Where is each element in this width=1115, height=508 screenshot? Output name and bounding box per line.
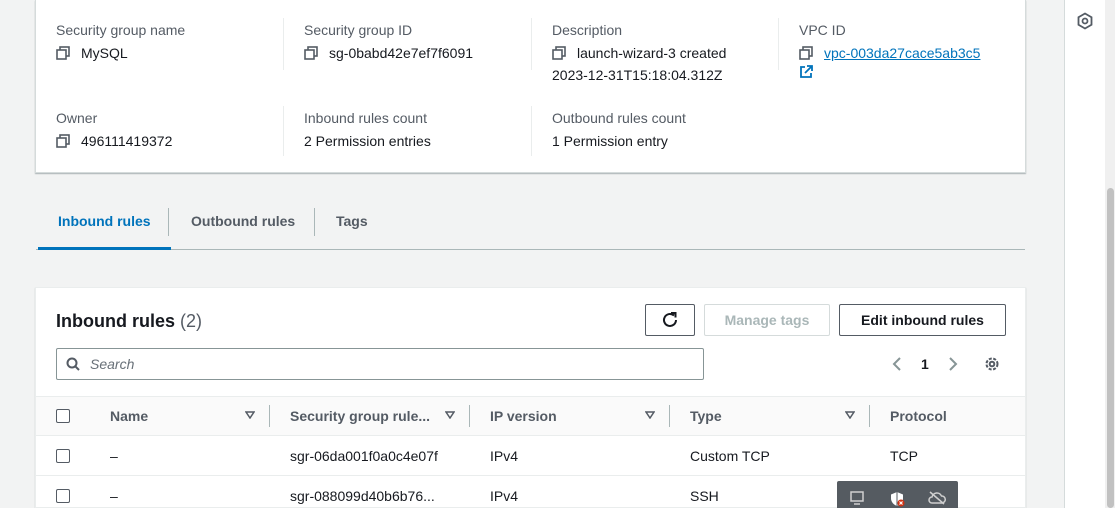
divider — [283, 18, 284, 70]
owner-value: 496111419372 — [81, 133, 173, 149]
scrollbar-thumb[interactable] — [1107, 188, 1114, 508]
copy-icon[interactable] — [552, 46, 566, 60]
pagination: 1 — [891, 352, 959, 376]
divider — [283, 106, 284, 156]
divider — [531, 18, 532, 70]
cell-ip-version: IPv4 — [490, 448, 519, 464]
refresh-button[interactable] — [645, 304, 695, 336]
sort-down-icon[interactable] — [445, 411, 455, 419]
inbound-rules-panel: Inbound rules (2) Manage tags Edit inbou… — [35, 287, 1026, 508]
cell-rule-id: sgr-06da001f0a0c4e07f — [290, 448, 438, 464]
column-type[interactable]: Type — [690, 397, 722, 435]
detail-sg-name: Security group name MySQL — [56, 21, 185, 62]
divider — [778, 18, 779, 70]
sg-name-label: Security group name — [56, 22, 186, 38]
chevron-right-icon[interactable] — [947, 356, 959, 372]
external-link-icon[interactable] — [799, 65, 813, 79]
inbound-count-value: 2 Permission entries — [304, 133, 431, 149]
tab-separator — [314, 208, 315, 236]
rule-count: (2) — [180, 311, 203, 331]
detail-vpc-id: VPC ID vpc-003da27cace5ab3c5 — [799, 21, 980, 79]
column-resizer[interactable] — [669, 405, 670, 427]
detail-owner: Owner 496111419372 — [56, 109, 172, 150]
copy-icon[interactable] — [56, 134, 70, 148]
tab-tags[interactable]: Tags — [316, 200, 388, 249]
description-label: Description — [552, 22, 623, 38]
column-protocol[interactable]: Protocol — [890, 397, 947, 435]
search-input[interactable] — [90, 356, 670, 372]
column-ip-version[interactable]: IP version — [490, 397, 557, 435]
column-resizer[interactable] — [469, 405, 470, 427]
feedback-icon[interactable] — [1076, 12, 1094, 30]
panel-title: Inbound rules (2) — [56, 310, 202, 332]
copy-icon[interactable] — [304, 46, 318, 60]
panel-title-text: Inbound rules — [56, 311, 175, 331]
column-resizer[interactable] — [269, 405, 270, 427]
manage-tags-button[interactable]: Manage tags — [704, 304, 830, 336]
column-name[interactable]: Name — [110, 397, 148, 435]
search-icon — [66, 357, 80, 371]
cell-name: – — [110, 448, 118, 464]
copy-icon[interactable] — [799, 46, 813, 60]
detail-sg-id: Security group ID sg-0babd42e7ef7f6091 — [304, 21, 473, 62]
cell-rule-id: sgr-088099d40b6b76... — [290, 488, 435, 504]
inbound-count-label: Inbound rules count — [304, 110, 427, 126]
sort-down-icon[interactable] — [245, 411, 255, 419]
cloud-offline-icon[interactable] — [928, 491, 946, 505]
description-line1: launch-wizard-3 created — [577, 45, 727, 61]
cell-type: SSH — [690, 488, 719, 504]
detail-inbound-count: Inbound rules count 2 Permission entries — [304, 109, 431, 150]
search-field[interactable] — [56, 348, 704, 380]
table-header: Name Security group rule... IP version T… — [36, 396, 1025, 436]
vpc-id-label: VPC ID — [799, 22, 846, 38]
tab-inbound-rules[interactable]: Inbound rules — [38, 200, 171, 250]
detail-description: Description launch-wizard-3 created 2023… — [552, 21, 726, 84]
monitor-icon[interactable] — [850, 491, 864, 505]
divider — [531, 106, 532, 156]
refresh-icon — [663, 312, 677, 327]
cell-ip-version: IPv4 — [490, 488, 519, 504]
description-line2: 2023-12-31T15:18:04.312Z — [552, 67, 723, 83]
cell-name: – — [110, 488, 118, 504]
outbound-count-label: Outbound rules count — [552, 110, 686, 126]
sg-name-value: MySQL — [81, 45, 128, 61]
security-group-details-card: Security group name MySQL Security group… — [35, 0, 1026, 173]
cell-protocol: TCP — [890, 448, 918, 464]
tab-outbound-rules[interactable]: Outbound rules — [171, 200, 315, 249]
sort-down-icon[interactable] — [645, 411, 655, 419]
vpc-id-link[interactable]: vpc-003da27cace5ab3c5 — [824, 44, 980, 62]
sort-down-icon[interactable] — [845, 411, 855, 419]
system-tray — [837, 481, 958, 508]
gear-icon[interactable] — [983, 355, 1001, 373]
cell-type: Custom TCP — [690, 448, 770, 464]
column-resizer[interactable] — [869, 405, 870, 427]
copy-icon[interactable] — [56, 46, 70, 60]
edit-inbound-rules-button[interactable]: Edit inbound rules — [839, 304, 1006, 336]
owner-label: Owner — [56, 110, 98, 126]
table-row[interactable]: – sgr-06da001f0a0c4e07f IPv4 Custom TCP … — [36, 436, 1025, 476]
rules-tabs: Inbound rules Outbound rules Tags — [36, 200, 1025, 250]
row-checkbox[interactable] — [56, 449, 70, 463]
row-checkbox[interactable] — [56, 489, 70, 503]
chevron-left-icon[interactable] — [891, 356, 903, 372]
select-all-checkbox[interactable] — [56, 409, 70, 423]
page-number[interactable]: 1 — [921, 356, 929, 372]
column-security-group-rule[interactable]: Security group rule... — [290, 397, 430, 435]
outbound-count-value: 1 Permission entry — [552, 133, 668, 149]
detail-outbound-count: Outbound rules count 1 Permission entry — [552, 109, 686, 150]
sg-id-label: Security group ID — [304, 22, 413, 38]
sg-id-value: sg-0babd42e7ef7f6091 — [329, 45, 474, 61]
tab-separator — [168, 208, 169, 236]
shield-alert-icon[interactable] — [889, 491, 905, 507]
